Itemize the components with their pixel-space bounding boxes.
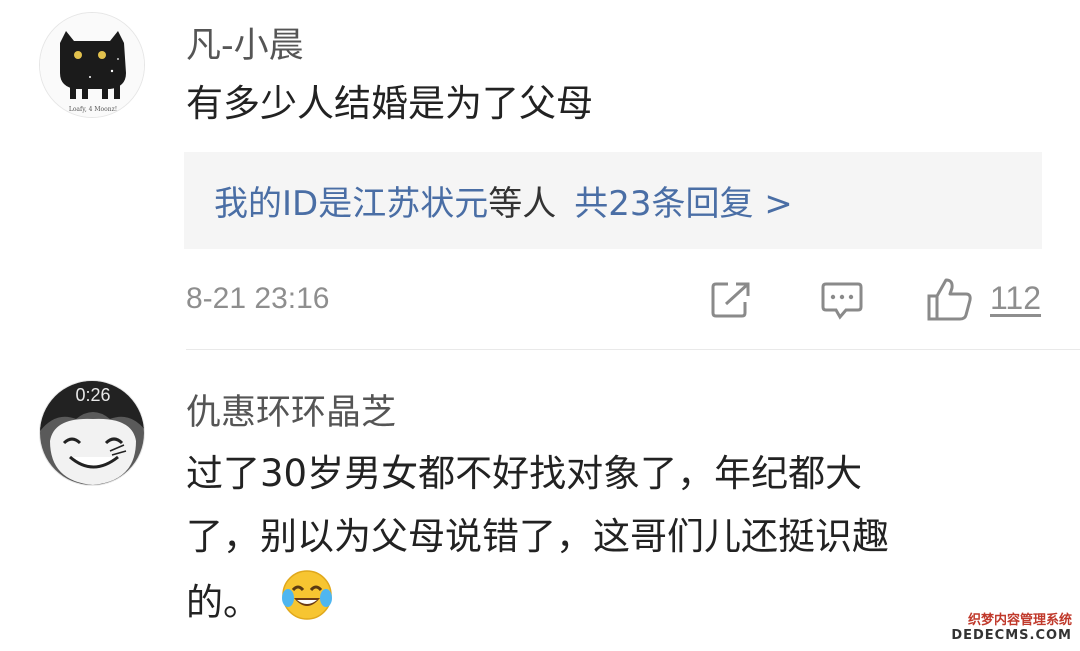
comment-item: 0:26 仇惠环环晶芝 过了30岁男女都不好找对象了，年纪都大 了，别以为父母说… [0,0,1080,651]
comment-text-line: 了，别以为父母说错了，这哥们儿还挺识趣 [186,515,889,558]
cartoon-face-avatar-icon: 0:26 [40,381,144,485]
laughing-crying-emoji [280,568,334,641]
comment-username[interactable]: 仇惠环环晶芝 [186,384,396,435]
user-avatar[interactable]: 0:26 [39,380,145,486]
comment-text-line-last: 的。 [186,568,334,641]
avatar-lockscreen-time: 0:26 [75,385,110,405]
comment-text-line: 过了30岁男女都不好找对象了，年纪都大 [186,452,863,495]
comment-text-end: 的。 [186,581,260,624]
watermark-title: 织梦内容管理系统 [967,613,1072,629]
watermark: 织梦内容管理系统 DEDECMS.COM [951,614,1072,643]
watermark-url: DEDECMS.COM [951,627,1072,643]
